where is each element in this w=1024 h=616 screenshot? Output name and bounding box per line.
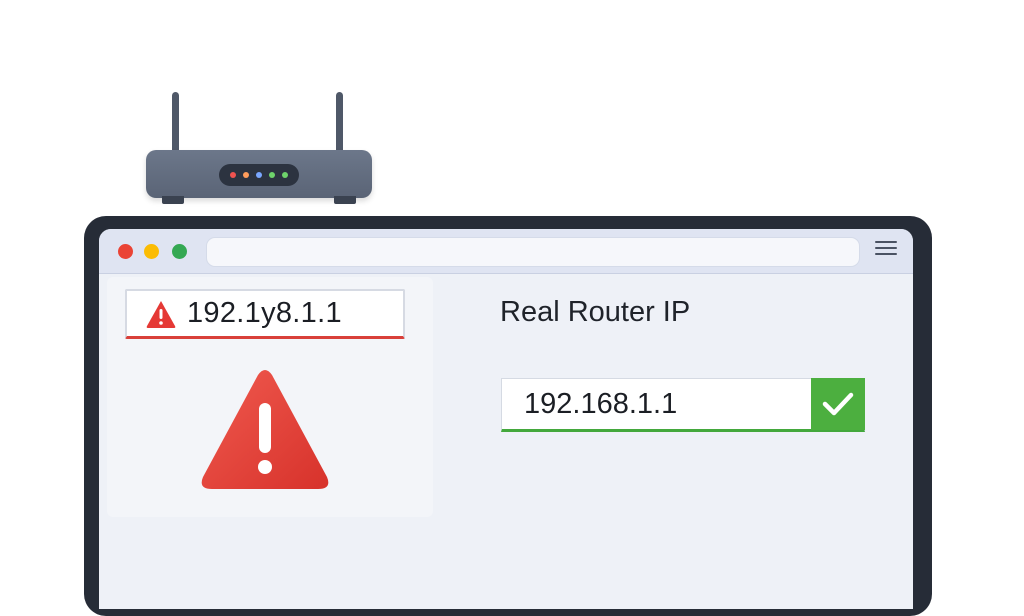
close-window-button[interactable] xyxy=(118,244,133,259)
router-led-panel xyxy=(219,164,299,186)
minimize-window-button[interactable] xyxy=(144,244,159,259)
router-antenna-left xyxy=(172,92,179,154)
router-led xyxy=(243,172,249,178)
large-warning-icon xyxy=(201,370,329,489)
router-foot-right xyxy=(334,196,356,204)
router-body xyxy=(146,150,372,198)
real-ip-field[interactable]: 192.168.1.1 xyxy=(501,377,865,432)
warning-icon xyxy=(146,300,176,328)
browser-toolbar xyxy=(99,229,913,274)
real-router-ip-title: Real Router IP xyxy=(500,296,691,328)
address-bar[interactable] xyxy=(206,237,860,267)
router-illustration xyxy=(146,92,372,208)
fake-ip-text: 192.1y8.1.1 xyxy=(187,297,342,329)
hamburger-menu-icon[interactable] xyxy=(875,241,897,261)
verified-badge xyxy=(811,377,865,430)
router-led xyxy=(282,172,288,178)
router-antenna-right xyxy=(336,92,343,154)
router-led xyxy=(269,172,275,178)
maximize-window-button[interactable] xyxy=(172,244,187,259)
browser-window: 192.1y8.1.1 Real Router IP 192.168.1.1 xyxy=(99,229,913,609)
router-led xyxy=(256,172,262,178)
checkmark-icon xyxy=(822,392,854,415)
fake-ip-field[interactable]: 192.1y8.1.1 xyxy=(125,289,405,339)
router-foot-left xyxy=(162,196,184,204)
real-ip-text: 192.168.1.1 xyxy=(524,387,678,420)
router-led xyxy=(230,172,236,178)
